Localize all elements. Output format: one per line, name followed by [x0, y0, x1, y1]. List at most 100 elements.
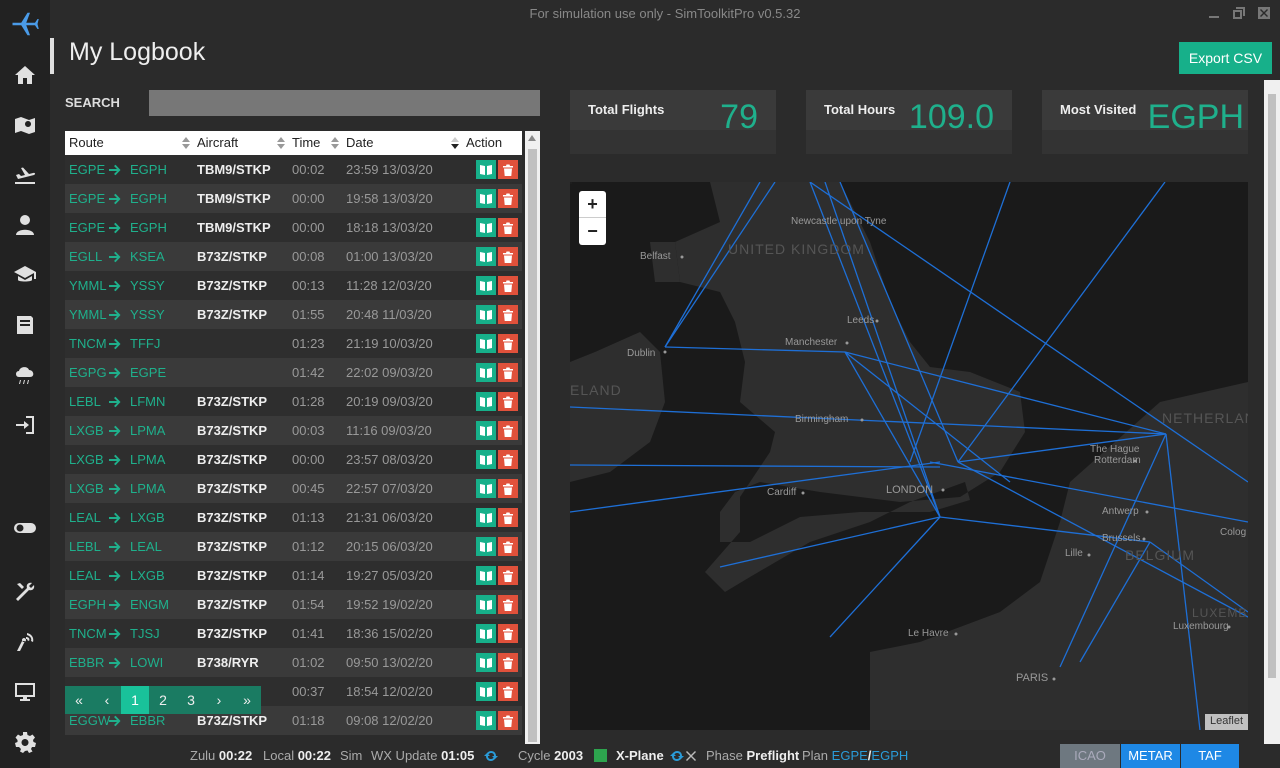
route-origin[interactable]: EBBR: [69, 655, 104, 670]
sort-desc-icon[interactable]: [451, 137, 459, 149]
home-icon[interactable]: [10, 60, 40, 90]
route-destination[interactable]: EGPH: [130, 220, 167, 235]
zoom-in-button[interactable]: +: [579, 191, 606, 218]
route-destination[interactable]: KSEA: [130, 249, 165, 264]
route-destination[interactable]: YSSY: [130, 307, 165, 322]
view-flight-book-icon[interactable]: [476, 566, 496, 585]
view-flight-book-icon[interactable]: [476, 218, 496, 237]
route-destination[interactable]: EGPH: [130, 191, 167, 206]
delete-flight-trash-icon[interactable]: [498, 508, 518, 527]
view-flight-book-icon[interactable]: [476, 682, 496, 701]
flight-icon[interactable]: [10, 160, 40, 190]
table-scrollbar[interactable]: [525, 131, 540, 745]
view-flight-book-icon[interactable]: [476, 334, 496, 353]
delete-flight-trash-icon[interactable]: [498, 276, 518, 295]
table-row[interactable]: LXGB LPMA B73Z/STKP 00:03 11:16 09/03/20: [65, 416, 522, 445]
delete-flight-trash-icon[interactable]: [498, 653, 518, 672]
table-row[interactable]: TNCM TJSJ B73Z/STKP 01:41 18:36 15/02/20: [65, 619, 522, 648]
view-flight-book-icon[interactable]: [476, 711, 496, 730]
view-flight-book-icon[interactable]: [476, 595, 496, 614]
tools-icon[interactable]: [10, 577, 40, 607]
restore-icon[interactable]: [1232, 6, 1246, 20]
route-origin[interactable]: EGPE: [69, 191, 105, 206]
delete-flight-trash-icon[interactable]: [498, 247, 518, 266]
view-flight-book-icon[interactable]: [476, 189, 496, 208]
plan-destination-link[interactable]: EGPH: [871, 748, 908, 763]
prev-page-button[interactable]: ‹: [93, 686, 121, 714]
table-row[interactable]: LEAL LXGB B73Z/STKP 01:13 21:31 06/03/20: [65, 503, 522, 532]
page-3-button[interactable]: 3: [177, 686, 205, 714]
route-origin[interactable]: LXGB: [69, 481, 104, 496]
delete-flight-trash-icon[interactable]: [498, 479, 518, 498]
table-row[interactable]: YMML YSSY B73Z/STKP 01:55 20:48 11/03/20: [65, 300, 522, 329]
icao-button[interactable]: ICAO: [1060, 744, 1120, 768]
main-scrollbar[interactable]: [1264, 80, 1280, 744]
delete-flight-trash-icon[interactable]: [498, 160, 518, 179]
delete-flight-trash-icon[interactable]: [498, 566, 518, 585]
route-destination[interactable]: LXGB: [130, 510, 165, 525]
table-row[interactable]: EGPE EGPH TBM9/STKP 00:02 23:59 13/03/20: [65, 155, 522, 184]
refresh-icon[interactable]: [484, 749, 498, 763]
plane-logo-icon[interactable]: [10, 9, 40, 39]
delete-flight-trash-icon[interactable]: [498, 595, 518, 614]
plan-origin-link[interactable]: EGPE: [832, 748, 868, 763]
route-destination[interactable]: ENGM: [130, 597, 169, 612]
route-destination[interactable]: TFFJ: [130, 336, 160, 351]
view-flight-book-icon[interactable]: [476, 247, 496, 266]
search-input[interactable]: [149, 90, 540, 116]
view-flight-book-icon[interactable]: [476, 479, 496, 498]
route-origin[interactable]: EGLL: [69, 249, 102, 264]
table-row[interactable]: YMML YSSY B73Z/STKP 00:13 11:28 12/03/20: [65, 271, 522, 300]
zoom-out-button[interactable]: −: [579, 218, 606, 245]
broadcast-icon[interactable]: [10, 627, 40, 657]
page-2-button[interactable]: 2: [149, 686, 177, 714]
minimize-icon[interactable]: [1207, 6, 1221, 20]
route-origin[interactable]: EGPE: [69, 162, 105, 177]
route-destination[interactable]: LFMN: [130, 394, 165, 409]
book-icon[interactable]: [10, 310, 40, 340]
route-destination[interactable]: LEAL: [130, 539, 162, 554]
view-flight-book-icon[interactable]: [476, 363, 496, 382]
view-flight-book-icon[interactable]: [476, 653, 496, 672]
route-origin[interactable]: LEBL: [69, 394, 101, 409]
delete-flight-trash-icon[interactable]: [498, 392, 518, 411]
delete-flight-trash-icon[interactable]: [498, 421, 518, 440]
table-row[interactable]: LXGB LPMA B73Z/STKP 00:45 22:57 07/03/20: [65, 474, 522, 503]
route-origin[interactable]: YMML: [69, 278, 107, 293]
column-header-date[interactable]: Date: [346, 135, 373, 150]
route-destination[interactable]: EGPE: [130, 365, 166, 380]
export-csv-button[interactable]: Export CSV: [1179, 42, 1272, 74]
route-origin[interactable]: LEAL: [69, 568, 101, 583]
next-page-button[interactable]: ›: [205, 686, 233, 714]
graduation-cap-icon[interactable]: [10, 260, 40, 290]
delete-flight-trash-icon[interactable]: [498, 305, 518, 324]
route-origin[interactable]: EGPE: [69, 220, 105, 235]
view-flight-book-icon[interactable]: [476, 276, 496, 295]
user-icon[interactable]: [10, 210, 40, 240]
monitor-icon[interactable]: [10, 677, 40, 707]
sort-icon[interactable]: [277, 137, 285, 149]
column-header-route[interactable]: Route: [69, 135, 104, 150]
route-origin[interactable]: LXGB: [69, 423, 104, 438]
map-icon[interactable]: [10, 110, 40, 140]
table-row[interactable]: TNCM TFFJ 01:23 21:19 10/03/20: [65, 329, 522, 358]
flight-map[interactable]: UNITED KINGDOM ELAND NETHERLAND BELGIUM …: [570, 182, 1248, 730]
taf-button[interactable]: TAF: [1181, 744, 1239, 768]
delete-flight-trash-icon[interactable]: [498, 334, 518, 353]
delete-flight-trash-icon[interactable]: [498, 537, 518, 556]
view-flight-book-icon[interactable]: [476, 537, 496, 556]
table-row[interactable]: EGPE EGPH TBM9/STKP 00:00 18:18 13/03/20: [65, 213, 522, 242]
table-row[interactable]: EGPH ENGM B73Z/STKP 01:54 19:52 19/02/20: [65, 590, 522, 619]
view-flight-book-icon[interactable]: [476, 160, 496, 179]
toggle-icon[interactable]: [10, 513, 40, 543]
route-destination[interactable]: LPMA: [130, 481, 165, 496]
page-1-button[interactable]: 1: [121, 686, 149, 714]
view-flight-book-icon[interactable]: [476, 450, 496, 469]
table-row[interactable]: EGLL KSEA B73Z/STKP 00:08 01:00 13/03/20: [65, 242, 522, 271]
delete-flight-trash-icon[interactable]: [498, 363, 518, 382]
table-row[interactable]: LEBL LFMN B73Z/STKP 01:28 20:19 09/03/20: [65, 387, 522, 416]
view-flight-book-icon[interactable]: [476, 421, 496, 440]
sort-icon[interactable]: [331, 137, 339, 149]
route-origin[interactable]: YMML: [69, 307, 107, 322]
first-page-button[interactable]: «: [65, 686, 93, 714]
